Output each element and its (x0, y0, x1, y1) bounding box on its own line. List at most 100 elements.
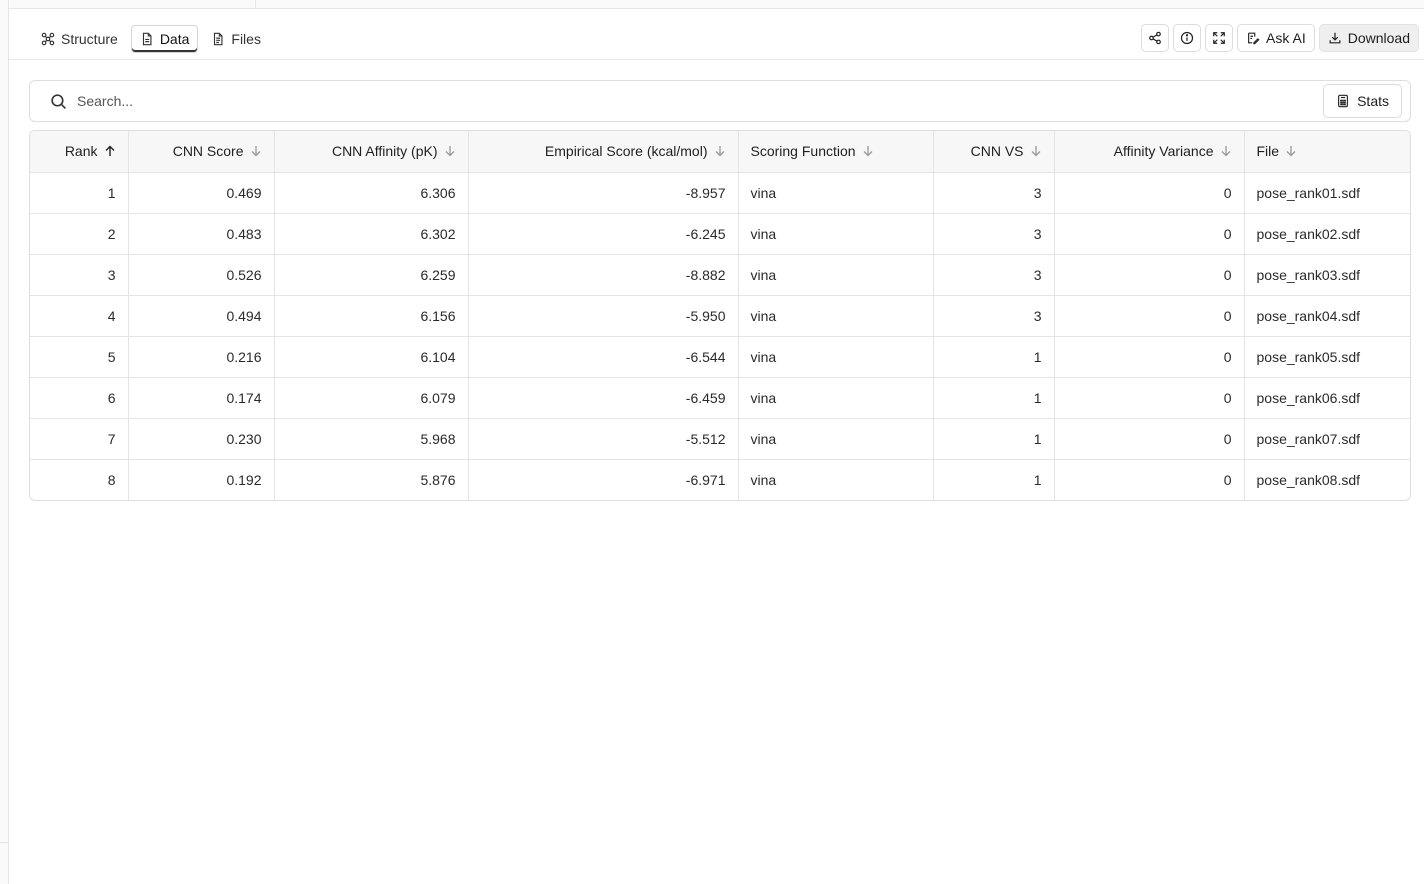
column-header-cnn-score[interactable]: CNN Score (128, 131, 275, 173)
search-icon (51, 94, 66, 109)
column-header-cnn-affinity[interactable]: CNN Affinity (pK) (274, 131, 469, 173)
results-table: Rank CNN Score CNN Affinity (pK) Empiric… (29, 130, 1411, 501)
cell-cnn-affinity: 6.104 (274, 336, 469, 378)
table-row[interactable]: 7 0.230 5.968 -5.512 vina 1 0 pose_rank0… (30, 418, 1410, 460)
column-header-cnn-vs[interactable]: CNN VS (933, 131, 1055, 173)
cell-affinity-variance: 0 (1054, 254, 1245, 296)
download-label: Download (1347, 30, 1410, 46)
data-viewer: Structure Data Files Ask AI Download Sea… (9, 9, 1424, 884)
cell-rank: 3 (30, 254, 129, 296)
cell-empirical-score: -5.512 (468, 418, 739, 460)
cell-rank: 2 (30, 213, 129, 255)
cell-empirical-score: -6.544 (468, 336, 739, 378)
cell-cnn-affinity: 6.306 (274, 172, 469, 214)
cell-cnn-affinity: 5.968 (274, 418, 469, 460)
cell-file: pose_rank02.sdf (1244, 213, 1410, 255)
column-header-label: Scoring Function (750, 143, 856, 160)
cell-affinity-variance: 0 (1054, 295, 1245, 337)
cell-rank: 7 (30, 418, 129, 460)
calculator-icon (1338, 94, 1349, 108)
toolbar-actions: Ask AI Download (1141, 24, 1419, 52)
cell-cnn-affinity: 6.156 (274, 295, 469, 337)
table-row[interactable]: 2 0.483 6.302 -6.245 vina 3 0 pose_rank0… (30, 213, 1410, 255)
sort-descending-icon (445, 146, 454, 157)
cell-file: pose_rank04.sdf (1244, 295, 1410, 337)
table-header-row: Rank CNN Score CNN Affinity (pK) Empiric… (30, 131, 1410, 173)
cell-cnn-score: 0.192 (128, 459, 275, 500)
share-button[interactable] (1141, 24, 1170, 52)
table-row[interactable]: 8 0.192 5.876 -6.971 vina 1 0 pose_rank0… (30, 459, 1410, 500)
share-icon (1149, 31, 1161, 45)
cell-affinity-variance: 0 (1054, 213, 1245, 255)
cell-affinity-variance: 0 (1054, 336, 1245, 378)
document-icon (142, 32, 152, 46)
cell-cnn-affinity: 6.259 (274, 254, 469, 296)
table-row[interactable]: 1 0.469 6.306 -8.957 vina 3 0 pose_rank0… (30, 172, 1410, 214)
table-row[interactable]: 4 0.494 6.156 -5.950 vina 3 0 pose_rank0… (30, 295, 1410, 337)
tab-data[interactable]: Data (130, 25, 199, 53)
cell-scoring-function: vina (738, 336, 934, 378)
cell-scoring-function: vina (738, 418, 934, 460)
stats-button[interactable]: Stats (1323, 84, 1402, 118)
sort-descending-icon (251, 146, 260, 157)
tab-structure-label: Structure (61, 31, 118, 47)
tab-bar: Structure Data Files Ask AI Download (9, 9, 1424, 60)
tab-structure[interactable]: Structure (32, 25, 127, 53)
column-header-file[interactable]: File (1244, 131, 1410, 173)
search-input[interactable] (77, 89, 1297, 113)
ask-ai-button[interactable]: Ask AI (1237, 24, 1315, 52)
expand-icon (1213, 32, 1225, 44)
cell-affinity-variance: 0 (1054, 418, 1245, 460)
cell-cnn-vs: 1 (933, 336, 1055, 378)
cell-file: pose_rank08.sdf (1256, 471, 1361, 488)
sort-descending-icon (1286, 146, 1296, 157)
cell-empirical-score: -5.950 (468, 295, 739, 337)
cell-cnn-affinity: 6.079 (274, 377, 469, 419)
cell-rank: 4 (30, 295, 129, 337)
cell-file: pose_rank03.sdf (1244, 254, 1410, 296)
cell-cnn-score: 0.230 (128, 418, 275, 460)
view-tabs: Structure Data Files (32, 25, 270, 53)
cell-scoring-function: vina (738, 172, 934, 214)
cell-cnn-vs: 1 (933, 377, 1055, 419)
cell-empirical-score: -8.957 (468, 172, 739, 214)
download-button[interactable]: Download (1318, 24, 1419, 52)
top-panel-edge (9, 0, 1424, 9)
cell-cnn-score: 0.216 (128, 336, 275, 378)
cell-cnn-vs: 3 (933, 213, 1055, 255)
cell-scoring-function: vina (738, 254, 934, 296)
info-button[interactable] (1173, 24, 1202, 52)
cell-cnn-score: 0.494 (128, 295, 275, 337)
column-header-empirical-score[interactable]: Empirical Score (kcal/mol) (468, 131, 739, 173)
table-row[interactable]: 5 0.216 6.104 -6.544 vina 1 0 pose_rank0… (30, 336, 1410, 378)
sort-descending-icon (1221, 146, 1230, 157)
column-header-label: CNN Affinity (pK) (331, 143, 438, 160)
cell-empirical-score: -6.971 (468, 459, 739, 500)
sort-ascending-icon (105, 145, 114, 157)
column-header-affinity-variance[interactable]: Affinity Variance (1054, 131, 1245, 173)
cell-rank: 8 (30, 459, 129, 500)
cell-cnn-affinity: 5.876 (274, 459, 469, 500)
cell-cnn-vs: 3 (933, 172, 1055, 214)
cell-rank: 5 (30, 336, 129, 378)
cell-cnn-vs: 3 (933, 254, 1055, 296)
tab-files[interactable]: Files (202, 25, 270, 53)
cell-affinity-variance: 0 (1054, 172, 1245, 214)
column-header-rank[interactable]: Rank (30, 131, 129, 173)
cell-cnn-score: 0.174 (128, 377, 275, 419)
cell-empirical-score: -6.459 (468, 377, 739, 419)
cell-empirical-score: -8.882 (468, 254, 739, 296)
search-bar: Stats (29, 80, 1411, 122)
table-row[interactable]: 6 0.174 6.079 -6.459 vina 1 0 pose_rank0… (30, 377, 1410, 419)
column-header-scoring-function[interactable]: Scoring Function (738, 131, 934, 173)
column-header-label: CNN Score (172, 143, 244, 160)
ask-ai-label: Ask AI (1266, 30, 1306, 46)
files-icon (214, 32, 223, 46)
stats-label: Stats (1357, 93, 1389, 109)
table-row[interactable]: 3 0.526 6.259 -8.882 vina 3 0 pose_rank0… (30, 254, 1410, 296)
fullscreen-button[interactable] (1205, 24, 1234, 52)
cell-cnn-vs: 1 (933, 459, 1055, 500)
tab-data-label: Data (159, 31, 190, 47)
cell-rank: 1 (30, 172, 129, 214)
cell-empirical-score: -6.245 (468, 213, 739, 255)
